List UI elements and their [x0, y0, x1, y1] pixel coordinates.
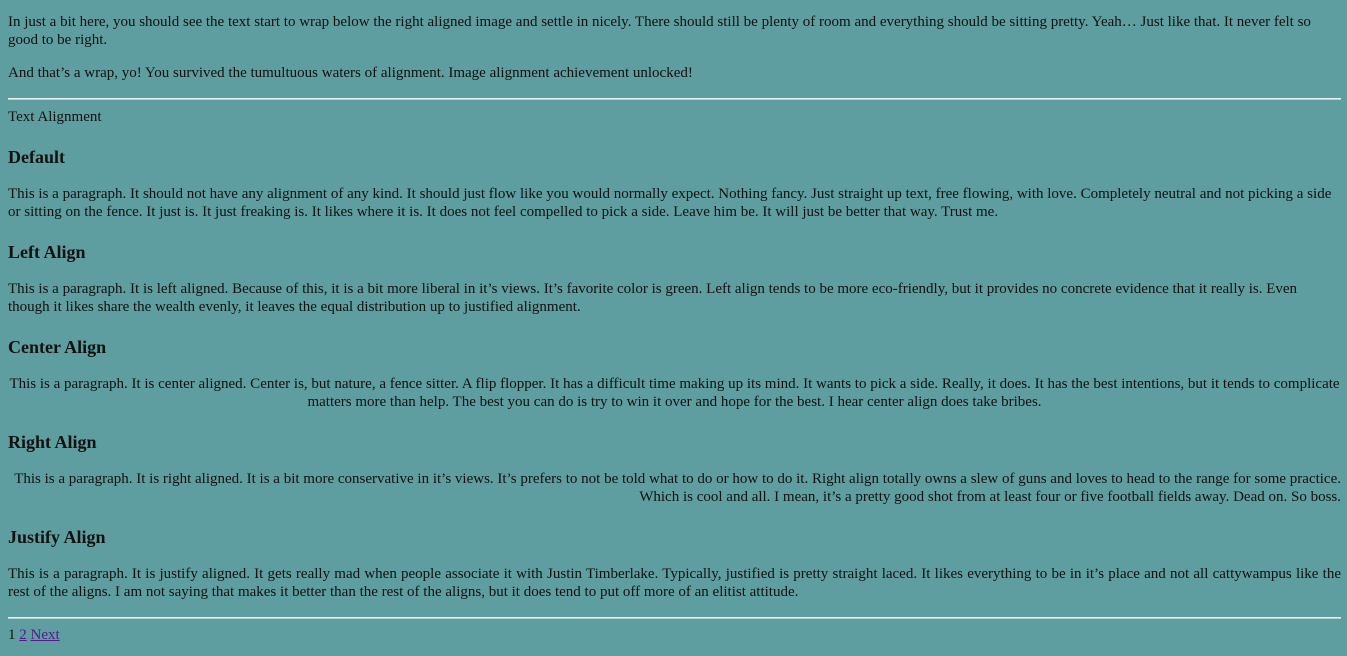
next-page-link[interactable]: Next: [31, 627, 60, 643]
divider-bottom: [8, 617, 1341, 619]
heading-left-align: Left Align: [8, 242, 86, 262]
paragraph-center-align: This is a paragraph. It is center aligne…: [9, 376, 1340, 410]
intro-paragraph-1: In just a bit here, you should see the t…: [8, 14, 1311, 48]
heading-right-align: Right Align: [8, 432, 97, 452]
divider: [8, 98, 1341, 100]
heading-justify-align: Justify Align: [8, 527, 106, 547]
post-content: In just a bit here, you should see the t…: [0, 0, 1347, 644]
paragraph-right-align: This is a paragraph. It is right aligned…: [14, 471, 1341, 505]
section-label: Text Alignment: [8, 109, 102, 125]
heading-default: Default: [8, 147, 65, 167]
pagination: 1 2 Next: [8, 626, 1341, 644]
page-2-link[interactable]: 2: [19, 627, 27, 643]
intro-paragraph-2: And that’s a wrap, yo! You survived the …: [8, 65, 693, 81]
paragraph-default: This is a paragraph. It should not have …: [8, 186, 1332, 220]
heading-center-align: Center Align: [8, 337, 107, 357]
paragraph-justify-align: This is a paragraph. It is justify align…: [8, 566, 1341, 600]
paragraph-left-align: This is a paragraph. It is left aligned.…: [8, 281, 1298, 315]
page-current: 1: [8, 627, 16, 643]
